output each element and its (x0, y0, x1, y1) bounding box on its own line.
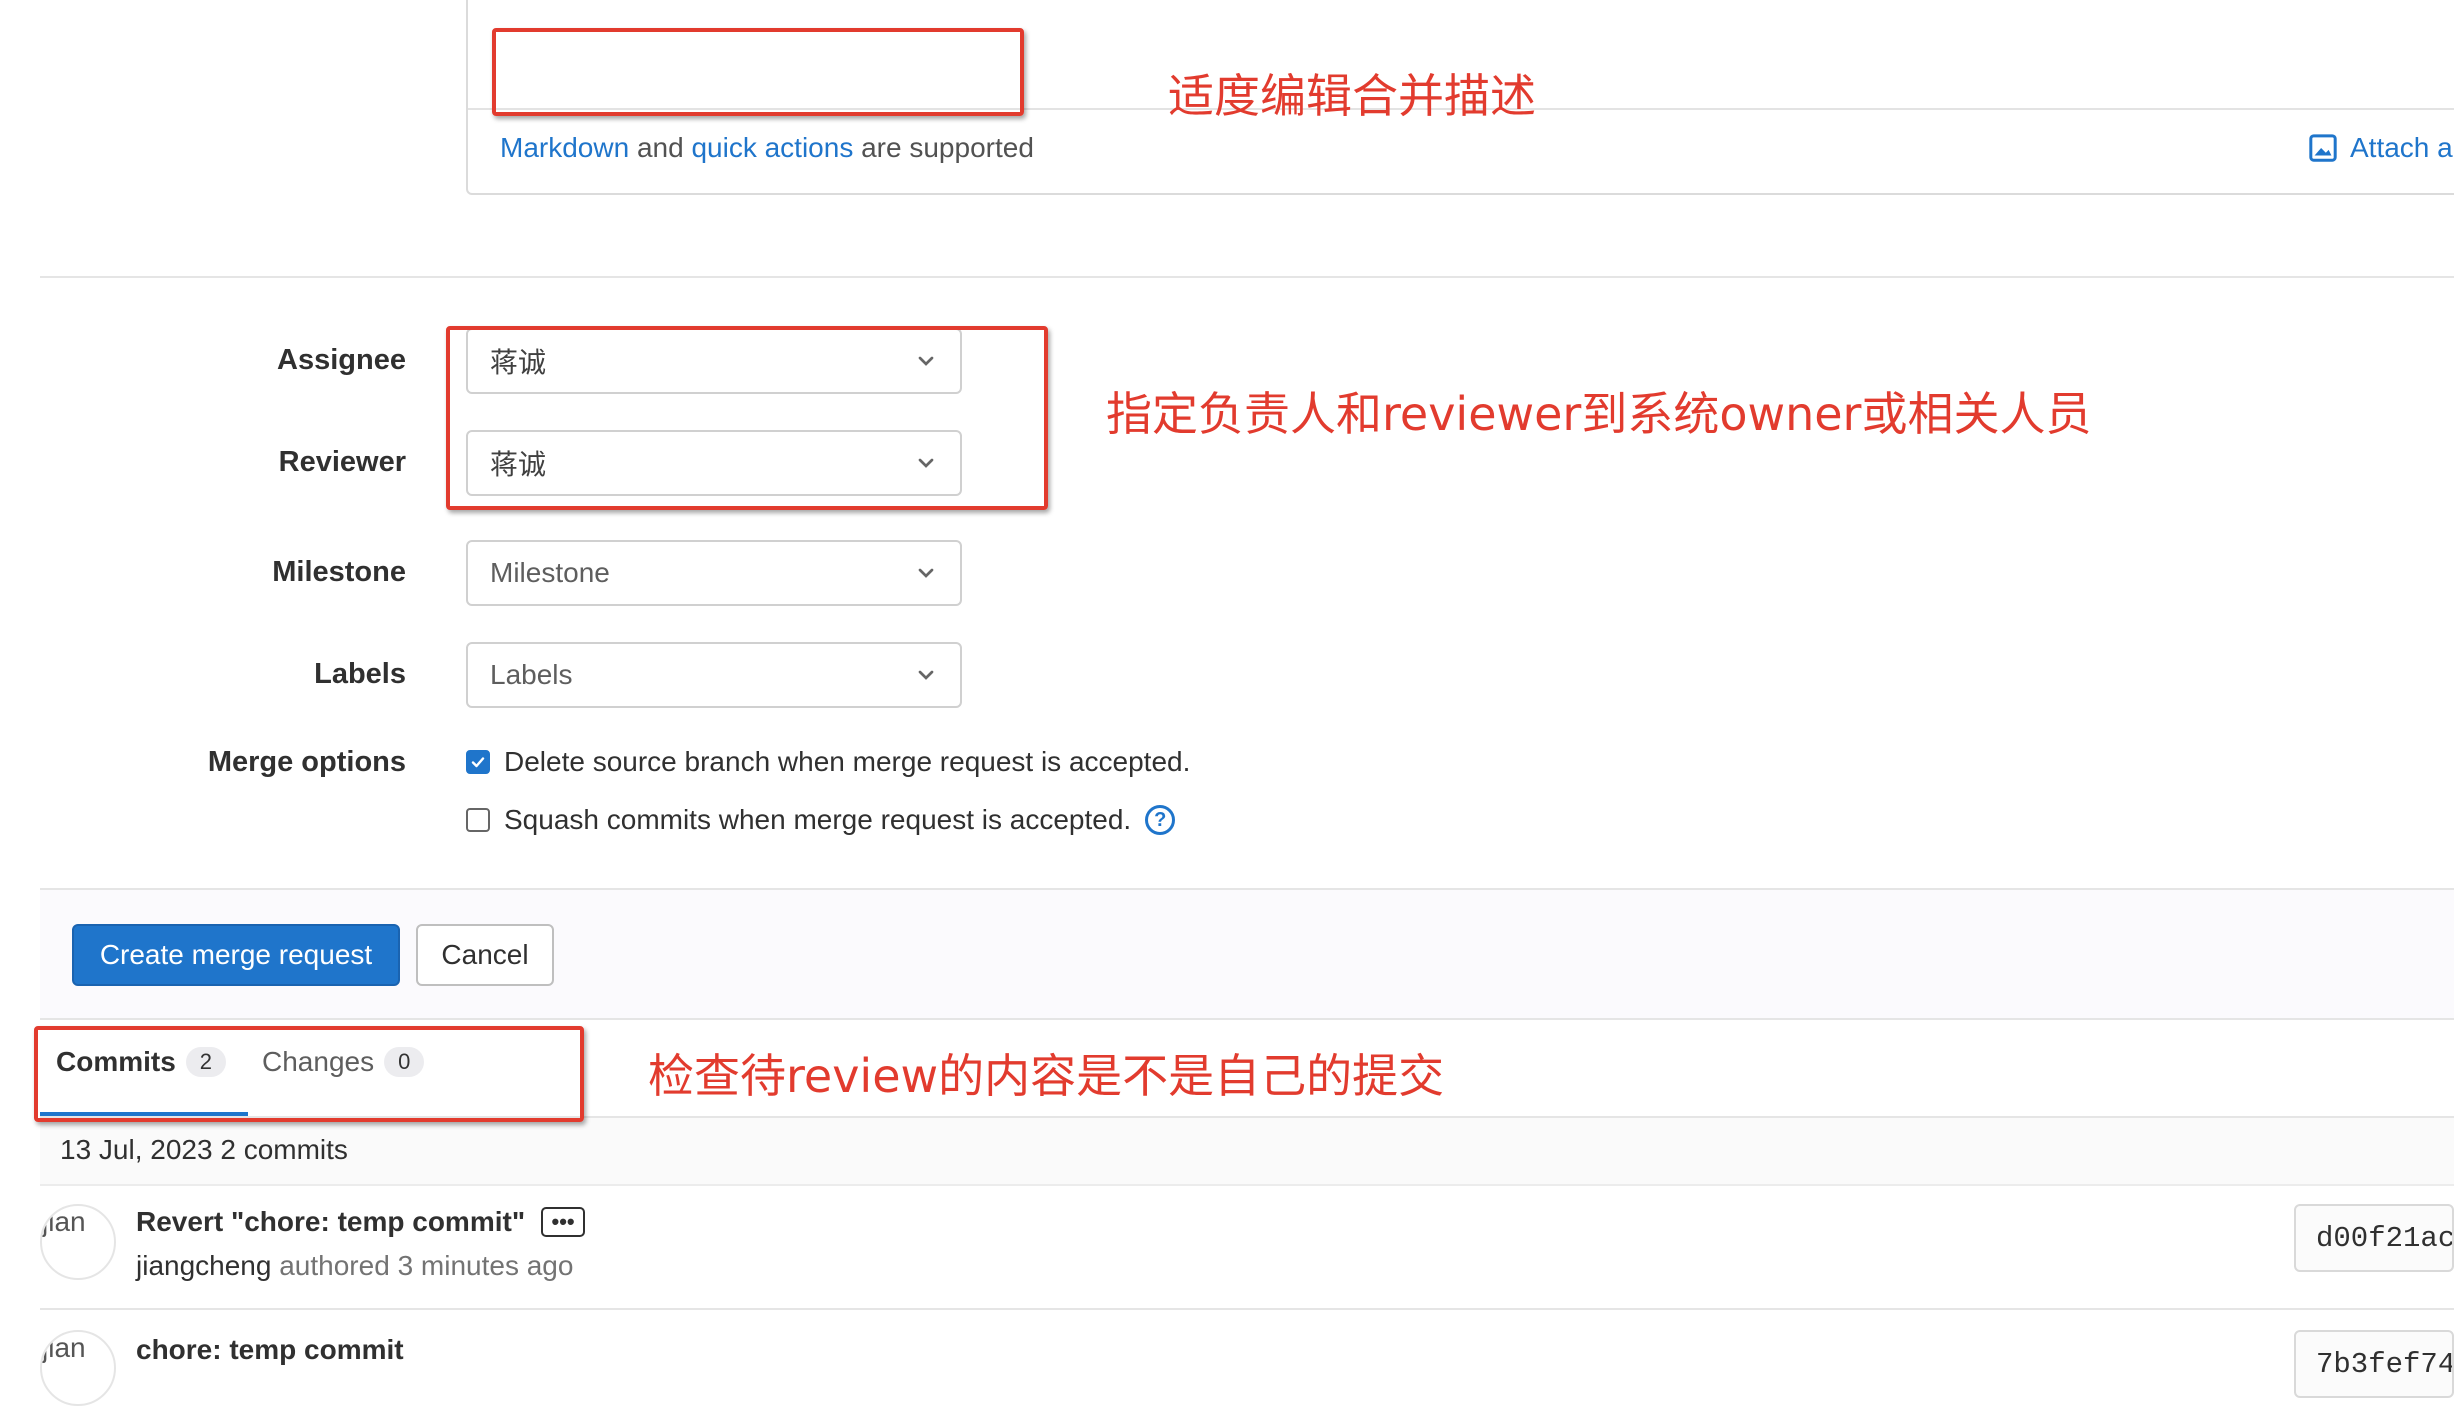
merge-options-label: Merge options (207, 746, 406, 778)
avatar[interactable]: jian (40, 1204, 116, 1280)
annotation-commits-note: 检查待review的内容是不是自己的提交 (648, 1049, 1445, 1103)
create-merge-request-button[interactable]: Create merge request (72, 924, 400, 986)
attach-file-button[interactable]: Attach a (2308, 132, 2453, 164)
toggle-description-button[interactable]: ••• (541, 1207, 586, 1237)
quick-actions-link[interactable]: quick actions (691, 132, 853, 163)
annotation-box-people (446, 326, 1048, 510)
commit-author-link[interactable]: jiangcheng (136, 1250, 271, 1281)
markdown-link[interactable]: Markdown (500, 132, 629, 163)
commit-time: 3 minutes ago (397, 1250, 574, 1281)
annotation-box-description (492, 28, 1024, 116)
annotation-description-note: 适度编辑合并描述 (1168, 69, 1536, 123)
chevron-down-icon (918, 670, 934, 680)
squash-checkbox[interactable] (466, 808, 490, 832)
commit-title-link[interactable]: Revert "chore: temp commit" (136, 1206, 525, 1238)
assignee-label: Assignee (277, 344, 406, 376)
and-text: and (636, 132, 684, 163)
delete-source-checkbox[interactable] (466, 750, 490, 774)
delete-source-option[interactable]: Delete source branch when merge request … (466, 746, 1190, 778)
avatar[interactable]: jian (40, 1330, 116, 1406)
commit-title-row: Revert "chore: temp commit" ••• (136, 1206, 586, 1238)
markdown-hint: Markdown and quick actions are supported (500, 132, 1034, 164)
commits-date-row (40, 1118, 2454, 1186)
avatar-alt-text: jian (42, 1332, 86, 1363)
commit-sha-button[interactable]: d00f21ac (2294, 1204, 2454, 1272)
image-icon (2309, 134, 2337, 162)
annotation-box-commits (34, 1026, 584, 1122)
cancel-button[interactable]: Cancel (416, 924, 554, 986)
tabs-top-border (40, 1018, 2454, 1020)
commit-meta: jiangcheng authored 3 minutes ago (136, 1250, 573, 1282)
authored-text: authored (279, 1250, 390, 1281)
form-actions-bar (40, 888, 2454, 1020)
squash-option[interactable]: Squash commits when merge request is acc… (466, 804, 1176, 836)
squash-text: Squash commits when merge request is acc… (504, 804, 1132, 835)
labels-dropdown[interactable]: Labels (466, 642, 962, 708)
labels-placeholder: Labels (490, 659, 573, 690)
help-icon[interactable]: ? (1145, 805, 1176, 835)
commits-date-header: 13 Jul, 2023 2 commits (60, 1134, 348, 1165)
reviewer-label: Reviewer (278, 446, 406, 478)
commit-title-link[interactable]: chore: temp commit (136, 1334, 404, 1366)
checkmark-icon (471, 757, 485, 768)
milestone-placeholder: Milestone (490, 557, 610, 588)
milestone-label: Milestone (272, 556, 406, 588)
commit-divider (40, 1308, 2454, 1310)
milestone-dropdown[interactable]: Milestone (466, 540, 962, 606)
avatar-alt-text: jian (42, 1206, 86, 1237)
attach-label: Attach a (2350, 132, 2453, 163)
supported-text: are supported (861, 132, 1034, 163)
annotation-people-note: 指定负责人和reviewer到系统owner或相关人员 (1106, 387, 2092, 441)
delete-source-text: Delete source branch when merge request … (504, 746, 1191, 777)
commit-sha-button[interactable]: 7b3fef74 (2294, 1330, 2454, 1398)
labels-label: Labels (314, 658, 406, 690)
chevron-down-icon (918, 568, 934, 578)
section-divider (40, 276, 2454, 278)
